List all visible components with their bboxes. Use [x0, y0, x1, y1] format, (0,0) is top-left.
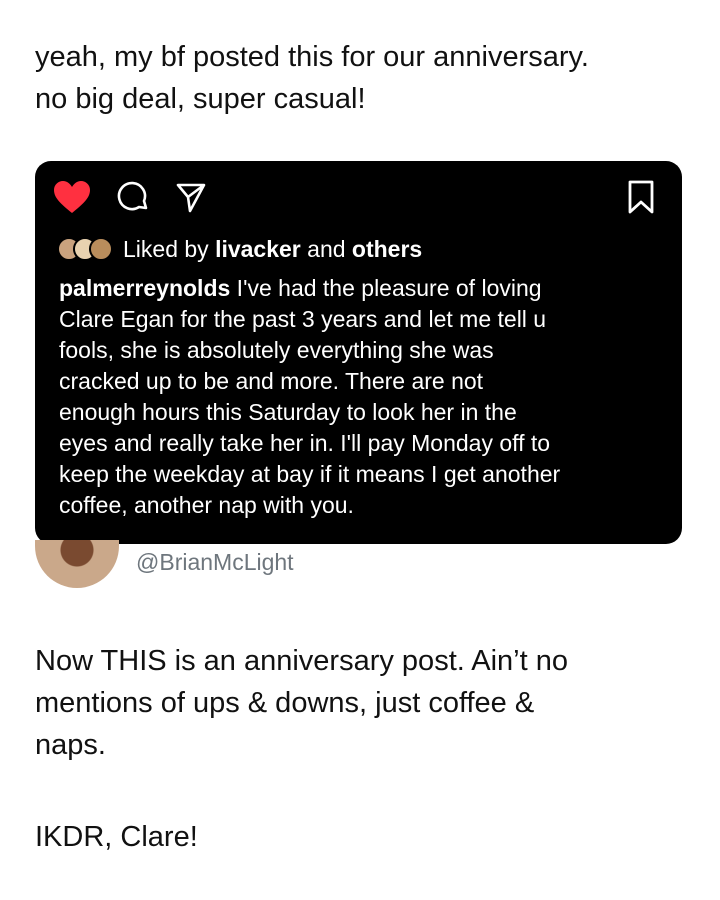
caption-line: coffee, another nap with you. — [59, 492, 354, 518]
comment-icon[interactable] — [117, 181, 149, 218]
caption-line: palmerreynolds I've had the pleasure of … — [59, 273, 669, 304]
avatar — [89, 237, 113, 261]
tweet-body: Now THIS is an anniversary post. Ain’t n… — [35, 640, 695, 766]
caption-username-link[interactable]: palmerreynolds — [59, 275, 230, 301]
share-icon[interactable] — [175, 182, 207, 219]
caption-line: keep the weekday at bay if it means I ge… — [59, 461, 561, 487]
tweet-line: naps. — [35, 729, 106, 761]
tweet-author: @BrianMcLight — [35, 540, 695, 600]
instagram-post-card: Liked by livacker and others palmerreyno… — [35, 161, 682, 544]
caption-line: eyes and really take her in. I'll pay Mo… — [59, 430, 551, 456]
liked-by-middle: and — [300, 235, 352, 262]
caption-line: Clare Egan for the past 3 years and let … — [59, 306, 547, 332]
liked-by-user-link[interactable]: livacker — [215, 236, 301, 263]
heart-icon[interactable] — [53, 180, 91, 219]
intro-text: yeah, my bf posted this for our annivers… — [35, 36, 695, 120]
avatar[interactable] — [35, 540, 119, 588]
author-handle[interactable]: @BrianMcLight — [136, 549, 294, 576]
liked-by-row: Liked by livacker and others — [57, 234, 422, 264]
tweet-signoff: IKDR, Clare! — [35, 821, 198, 853]
bookmark-icon[interactable] — [627, 180, 655, 219]
caption-line: cracked up to be and more. There are not — [59, 368, 484, 394]
liker-avatars — [57, 237, 113, 261]
tweet-line: mentions of ups & downs, just coffee & — [35, 687, 535, 719]
intro-line-2: no big deal, super casual! — [35, 83, 366, 115]
post-caption: palmerreynolds I've had the pleasure of … — [59, 273, 669, 521]
tweet-line: Now THIS is an anniversary post. Ain’t n… — [35, 645, 568, 677]
caption-line: enough hours this Saturday to look her i… — [59, 399, 517, 425]
liked-by-prefix: Liked by — [123, 235, 216, 262]
liked-by-others-link[interactable]: others — [352, 236, 422, 263]
intro-line-1: yeah, my bf posted this for our annivers… — [35, 41, 589, 73]
caption-text: I've had the pleasure of loving — [230, 275, 542, 301]
caption-line: fools, she is absolutely everything she … — [59, 337, 494, 363]
